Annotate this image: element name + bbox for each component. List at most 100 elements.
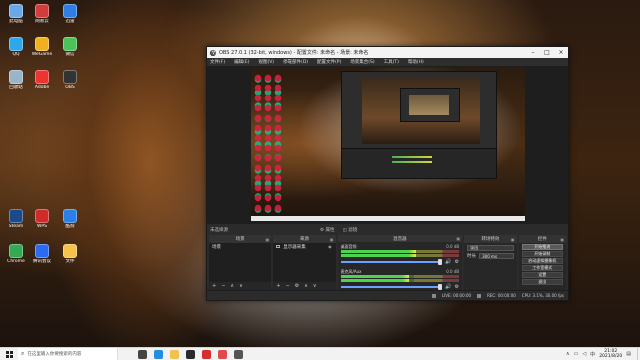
move-up-button[interactable]: ∧ xyxy=(304,283,308,289)
duration-input[interactable]: 300 ms xyxy=(479,253,514,259)
menu-profile[interactable]: 配置文件(P) xyxy=(317,59,341,65)
controls-dock-header: 控件 ▣ xyxy=(518,235,566,243)
start-streaming-button[interactable]: 开始推流 xyxy=(521,244,563,250)
volume-slider[interactable] xyxy=(340,284,443,290)
menu-file[interactable]: 文件(F) xyxy=(210,59,225,65)
desktop-icon[interactable]: 微信 xyxy=(56,35,84,65)
exit-button[interactable]: 退出 xyxy=(521,279,563,285)
move-down-button[interactable]: ∨ xyxy=(313,283,317,289)
desktop-icon[interactable]: Chrome xyxy=(2,242,30,272)
properties-button[interactable]: ⚙ 属性 xyxy=(320,227,334,233)
studio-mode-button[interactable]: 工作室模式 xyxy=(521,265,563,271)
explorer-icon[interactable] xyxy=(170,349,179,359)
start-virtual-camera-button[interactable]: 启动虚拟摄像机 xyxy=(521,258,563,264)
task-view-icon[interactable] xyxy=(138,349,147,359)
media-icon[interactable] xyxy=(218,349,227,359)
dock-float-icon[interactable]: ▣ xyxy=(511,237,515,242)
remove-scene-button[interactable]: − xyxy=(221,283,225,289)
desktop-icon-label: WPS xyxy=(36,224,48,229)
app-icon xyxy=(9,244,23,258)
sources-dock-title: 来源 xyxy=(299,237,309,242)
minimize-button[interactable]: – xyxy=(526,47,540,58)
controls-dock: 控件 ▣ 开始推流 开始录制 启动虚拟摄像机 工作室模式 设置 退出 xyxy=(518,235,566,290)
maximize-button[interactable]: □ xyxy=(540,47,554,58)
desktop-icon[interactable]: 文件 xyxy=(56,242,84,272)
edge-icon[interactable] xyxy=(154,349,163,359)
slider-fill xyxy=(340,286,443,288)
desktop-icon[interactable]: 此电脑 xyxy=(2,2,30,32)
obs-icon[interactable] xyxy=(186,349,195,359)
remove-source-button[interactable]: − xyxy=(285,283,289,289)
desktop-icon[interactable]: 腾讯会议 xyxy=(28,242,56,272)
desktop-icon[interactable]: 网易云 xyxy=(28,2,56,32)
volume-slider[interactable] xyxy=(340,259,443,265)
menu-help[interactable]: 帮助(H) xyxy=(408,59,424,65)
obs-titlebar[interactable]: OBS 27.0.1 (32-bit, windows) - 配置文件: 未命名… xyxy=(207,47,568,58)
scenes-dock: 场景 ▣ 场景 + − ∧ ∨ xyxy=(209,235,272,290)
app-icon xyxy=(9,37,23,51)
eye-icon[interactable]: ◉ xyxy=(328,244,332,249)
preview-meter xyxy=(392,161,432,163)
start-recording-button[interactable]: 开始录制 xyxy=(521,251,563,257)
meter-level xyxy=(340,275,410,278)
desktop-icon[interactable]: 回收站 xyxy=(2,68,30,98)
menu-scene-collection[interactable]: 场景集合(S) xyxy=(350,59,374,65)
filters-button[interactable]: ◫ 滤镜 xyxy=(342,227,357,233)
move-up-button[interactable]: ∧ xyxy=(230,283,234,289)
desktop-icon[interactable]: Adobe xyxy=(28,68,56,98)
ime-icon[interactable]: 中 xyxy=(590,351,595,358)
menu-view[interactable]: 视图(V) xyxy=(258,59,274,65)
speaker-icon[interactable]: 🔊 xyxy=(445,259,451,265)
no-source-selected-label: 未选择源 xyxy=(210,228,228,233)
dock-float-icon[interactable]: ▣ xyxy=(266,237,270,242)
menu-bar: 文件(F) 编辑(E) 视图(V) 停靠部件(D) 配置文件(P) 场景集合(S… xyxy=(207,58,568,67)
mixer-channels: 桌面音频 0.0 dB 🔊 ⚙ 麦克风/Aux 0.0 dB 🔊 ⚙ xyxy=(337,242,463,290)
source-properties-button[interactable]: ⚙ xyxy=(295,283,299,289)
desktop-icon-label: OBS xyxy=(65,85,75,90)
move-down-button[interactable]: ∨ xyxy=(239,283,243,289)
preview-nested-obs-2 xyxy=(400,88,460,122)
desktop-icon[interactable]: 迅雷 xyxy=(56,2,84,32)
dock-float-icon[interactable]: ▣ xyxy=(456,236,460,241)
app-icon xyxy=(35,37,49,51)
desktop-icon[interactable]: Steam xyxy=(2,207,30,237)
add-scene-button[interactable]: + xyxy=(212,283,216,289)
obs-window: OBS 27.0.1 (32-bit, windows) - 配置文件: 未命名… xyxy=(206,46,569,301)
list-item[interactable]: 显示器采集 ◉ xyxy=(273,243,335,250)
app-icon xyxy=(9,70,23,84)
slider-handle[interactable] xyxy=(438,259,443,265)
desktop-icon[interactable]: 酷狗 xyxy=(56,207,84,237)
taskbar-search-box[interactable]: ⌕ 在这里输入你要搜索的内容 xyxy=(18,347,118,360)
meter-level xyxy=(340,254,417,257)
network-icon[interactable]: ▭ xyxy=(574,351,579,357)
close-button[interactable]: × xyxy=(554,47,568,58)
chevron-up-icon[interactable]: ∧ xyxy=(566,351,570,357)
live-time: LIVE: 00:00:00 xyxy=(441,293,472,298)
desktop-icon[interactable]: QQ xyxy=(2,35,30,65)
clock-date: 2021/8/20 xyxy=(599,354,623,359)
settings-button[interactable]: 设置 xyxy=(521,272,563,278)
mixer-dock-title: 混音器 xyxy=(393,236,407,242)
desktop-icon[interactable]: WPS xyxy=(28,207,56,237)
menu-docks[interactable]: 停靠部件(D) xyxy=(283,59,308,65)
dock-float-icon[interactable]: ▣ xyxy=(330,237,334,242)
desktop-icon[interactable]: OBS xyxy=(56,68,84,98)
start-button[interactable] xyxy=(0,348,18,360)
transition-type-select[interactable]: 淡出 xyxy=(467,245,514,251)
app-icon[interactable] xyxy=(234,349,243,359)
list-item[interactable]: 场景 xyxy=(209,243,271,250)
volume-icon[interactable]: ◁ xyxy=(582,351,586,357)
add-source-button[interactable]: + xyxy=(276,283,280,289)
taskbar-clock[interactable]: 21:02 2021/8/20 xyxy=(599,349,622,359)
gear-icon[interactable]: ⚙ xyxy=(455,259,459,265)
notification-icon[interactable]: ▤ xyxy=(626,351,631,357)
menu-tools[interactable]: 工具(T) xyxy=(384,59,399,65)
desktop-icon[interactable]: WeGame xyxy=(28,35,56,65)
dock-float-icon[interactable]: ▣ xyxy=(560,237,564,242)
live-indicator-icon xyxy=(431,293,436,298)
netease-music-icon[interactable] xyxy=(202,349,211,359)
desktop-icon-label: QQ xyxy=(12,52,20,57)
status-bar: LIVE: 00:00:00 REC: 00:00:00 CPU: 3.1%, … xyxy=(207,290,568,300)
preview-canvas[interactable] xyxy=(251,67,525,221)
menu-edit[interactable]: 编辑(E) xyxy=(234,59,249,65)
